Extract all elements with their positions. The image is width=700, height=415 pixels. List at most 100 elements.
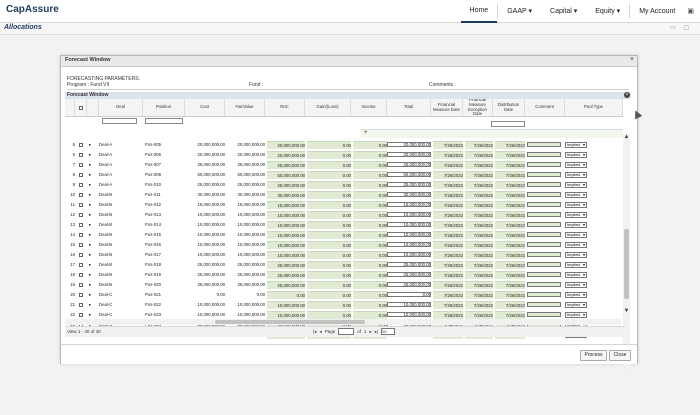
financial-measure-date-cell[interactable]: 7/26/2022 [433, 251, 463, 259]
distribution-date-cell[interactable]: 7/26/2022 [495, 261, 525, 269]
page-number-input[interactable] [338, 328, 355, 335]
comment-input[interactable] [527, 312, 561, 317]
gain-loss-cell[interactable]: 0.00 [307, 241, 351, 249]
distribution-date-cell[interactable]: 7/26/2022 [495, 271, 525, 279]
user-menu-icon[interactable]: ▣ [687, 7, 694, 15]
roc-cell[interactable]: 25,000,000.00 [267, 261, 305, 269]
financial-measure-date-cell[interactable]: 7/26/2022 [433, 241, 463, 249]
prev-page-icon[interactable]: ◂ [319, 329, 321, 335]
scroll-up-icon[interactable]: ▲ [623, 134, 630, 140]
window-titlebar[interactable]: Forecast Window × [61, 56, 637, 67]
income-cell[interactable]: 0.00 [353, 171, 387, 179]
add-icon[interactable]: + [364, 130, 368, 136]
financial-measure-exception-date-cell[interactable]: 7/26/2022 [465, 231, 493, 239]
comment-input[interactable] [527, 242, 561, 247]
comment-input[interactable] [527, 252, 561, 257]
roc-cell[interactable]: 25,000,000.00 [267, 181, 305, 189]
distribution-date-filter-input[interactable] [491, 121, 525, 127]
comment-input[interactable] [527, 292, 561, 297]
table-row[interactable]: ▸ 16 Deal-B Pos-017 10,000,000.00 10,000,000.… [65, 251, 623, 259]
vertical-scrollbar[interactable]: ▲ ▼ [623, 134, 630, 374]
comment-input[interactable] [527, 162, 561, 167]
table-row[interactable]: ▸ 12 Deal-B Pos-013 10,000,000.00 10,000,000.… [65, 211, 623, 219]
last-page-icon[interactable]: ▸| [375, 329, 378, 335]
comment-input[interactable] [527, 142, 561, 147]
expand-row-icon[interactable]: ▸ [89, 141, 97, 149]
financial-measure-exception-date-cell[interactable]: 7/26/2022 [465, 191, 493, 199]
financial-measure-date-cell[interactable]: 7/26/2022 [433, 291, 463, 299]
financial-measure-exception-date-cell[interactable]: 7/26/2022 [465, 251, 493, 259]
income-cell[interactable]: 0.00 [353, 181, 387, 189]
comment-input[interactable] [527, 302, 561, 307]
process-button[interactable]: Process [580, 350, 607, 361]
col-header-roc[interactable]: RoC [265, 99, 305, 116]
col-header-income[interactable]: Income [351, 99, 387, 116]
gain-loss-cell[interactable]: 0.00 [307, 271, 351, 279]
total-input-box[interactable] [387, 142, 431, 147]
expand-row-icon[interactable]: ▸ [89, 241, 97, 249]
col-header-financial-measure-exception-date[interactable]: Financial Measure Exception Date [463, 99, 493, 116]
income-cell[interactable]: 0.00 [353, 221, 387, 229]
col-header-distribution-date[interactable]: Distribution Date [493, 99, 525, 116]
roc-cell[interactable]: 50,000,000.00 [267, 171, 305, 179]
pool-type-select[interactable]: Implied▾ [565, 312, 587, 318]
row-checkbox[interactable] [79, 293, 83, 297]
income-cell[interactable]: 0.00 [353, 161, 387, 169]
pool-type-select[interactable]: Implied▾ [565, 292, 587, 298]
row-checkbox[interactable] [79, 203, 83, 207]
gain-loss-cell[interactable]: 0.00 [307, 151, 351, 159]
table-row[interactable]: ▸ 9 Deal-A Pos-010 25,000,000.00 25,000,000.0… [65, 181, 623, 189]
comment-input[interactable] [527, 172, 561, 177]
financial-measure-exception-date-cell[interactable]: 7/26/2022 [465, 151, 493, 159]
horizontal-scroll-thumb[interactable] [215, 320, 365, 324]
financial-measure-date-cell[interactable]: 7/26/2022 [433, 261, 463, 269]
gain-loss-cell[interactable]: 0.00 [307, 161, 351, 169]
comment-input[interactable] [527, 182, 561, 187]
table-row[interactable]: ▸ 17 Deal-B Pos-018 25,000,000.00 25,000,000.… [65, 261, 623, 269]
distribution-date-cell[interactable]: 7/26/2022 [495, 291, 525, 299]
gain-loss-cell[interactable]: 0.00 [307, 311, 351, 319]
total-input-box[interactable] [387, 222, 431, 227]
financial-measure-date-cell[interactable]: 7/26/2022 [433, 191, 463, 199]
expand-row-icon[interactable]: ▸ [89, 161, 97, 169]
financial-measure-exception-date-cell[interactable]: 7/26/2022 [465, 141, 493, 149]
table-row[interactable]: ▸ 6 Deal-A Pos-006 20,000,000.00 20,000,000.0… [65, 151, 623, 159]
gain-loss-cell[interactable]: 0.00 [307, 211, 351, 219]
col-header-total[interactable]: Total [387, 99, 431, 116]
comment-input[interactable] [527, 192, 561, 197]
col-header-fairvalue[interactable]: FairValue [225, 99, 265, 116]
table-row[interactable]: ▸ 10 Deal-B Pos-011 30,000,000.00 30,000,000.… [65, 191, 623, 199]
income-cell[interactable]: 0.00 [353, 261, 387, 269]
roc-cell[interactable]: 25,000,000.00 [267, 161, 305, 169]
total-input-box[interactable] [387, 202, 431, 207]
col-header-comment[interactable]: Comment [525, 99, 565, 116]
header-select-all[interactable] [75, 99, 87, 116]
pool-type-select[interactable]: Implied▾ [565, 262, 587, 268]
select-all-checkbox[interactable] [78, 105, 83, 110]
table-row[interactable]: ▸ 18 Deal-B Pos-019 25,000,000.00 25,000,000.… [65, 271, 623, 279]
table-row[interactable]: ▸ 5 Deal-A Pos-005 20,000,000.00 20,000,000.0… [65, 141, 623, 149]
pool-type-select[interactable]: Implied▾ [565, 232, 587, 238]
distribution-date-cell[interactable]: 7/26/2022 [495, 171, 525, 179]
comment-input[interactable] [527, 212, 561, 217]
table-row[interactable]: ▸ 13 Deal-B Pos-014 10,000,000.00 10,000,000.… [65, 221, 623, 229]
roc-cell[interactable]: 10,000,000.00 [267, 231, 305, 239]
roc-cell[interactable]: 20,000,000.00 [267, 151, 305, 159]
financial-measure-exception-date-cell[interactable]: 7/26/2022 [465, 211, 493, 219]
expand-row-icon[interactable]: ▸ [89, 251, 97, 259]
income-cell[interactable]: 0.00 [353, 211, 387, 219]
total-input-box[interactable] [387, 292, 431, 297]
pool-type-select[interactable]: Implied▾ [565, 192, 587, 198]
vertical-scroll-thumb[interactable] [624, 229, 629, 299]
row-checkbox[interactable] [79, 183, 83, 187]
page-size-select[interactable]: 50 [381, 328, 396, 335]
gain-loss-cell[interactable]: 0.00 [307, 191, 351, 199]
col-header-position[interactable]: Position [143, 99, 185, 116]
distribution-date-cell[interactable]: 7/26/2022 [495, 301, 525, 309]
income-cell[interactable]: 0.00 [353, 201, 387, 209]
expand-row-icon[interactable]: ▸ [89, 201, 97, 209]
row-checkbox[interactable] [79, 303, 83, 307]
gain-loss-cell[interactable]: 0.00 [307, 201, 351, 209]
expand-row-icon[interactable]: ▸ [89, 281, 97, 289]
pool-type-select[interactable]: Implied▾ [565, 242, 587, 248]
